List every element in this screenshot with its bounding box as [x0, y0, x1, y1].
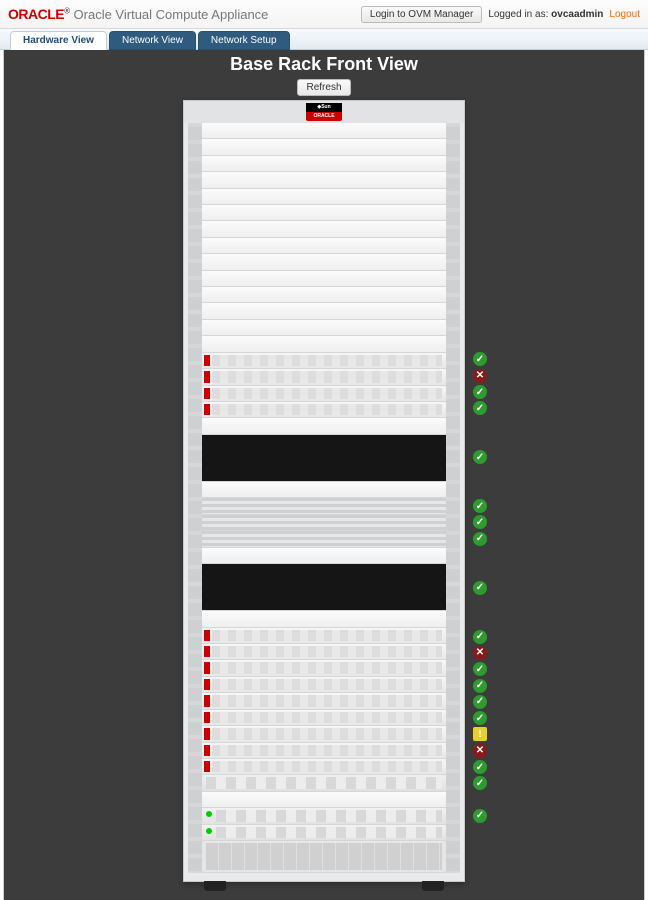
- rack-unit[interactable]: [202, 435, 446, 482]
- rack-unit[interactable]: [202, 369, 446, 385]
- status-ok-icon[interactable]: ✓: [473, 385, 487, 399]
- status-err-icon[interactable]: ✕: [473, 369, 487, 383]
- rack-unit[interactable]: [202, 660, 446, 676]
- status-ok-icon[interactable]: ✓: [473, 581, 487, 595]
- status-ok-icon[interactable]: ✓: [473, 401, 487, 415]
- tab-network-setup[interactable]: Network Setup: [198, 31, 290, 50]
- rack-unit[interactable]: [202, 644, 446, 660]
- rack-unit[interactable]: [202, 564, 446, 611]
- status-err-icon[interactable]: ✕: [473, 646, 487, 660]
- rack-unit[interactable]: [202, 628, 446, 644]
- status-ok-icon[interactable]: ✓: [473, 776, 487, 790]
- rack-unit[interactable]: [202, 386, 446, 402]
- logged-in-label: Logged in as: ovcaadmin: [488, 9, 603, 20]
- status-ok-icon[interactable]: ✓: [473, 450, 487, 464]
- status-ok-icon[interactable]: ✓: [473, 662, 487, 676]
- tab-network-view[interactable]: Network View: [109, 31, 196, 50]
- rack-unit: [202, 189, 446, 205]
- rack-unit: [202, 205, 446, 221]
- status-ok-icon[interactable]: ✓: [473, 515, 487, 529]
- rack-unit[interactable]: [202, 498, 446, 514]
- rack-unit[interactable]: [202, 531, 446, 547]
- rack-rail-right: [446, 123, 460, 873]
- logout-link[interactable]: Logout: [609, 9, 640, 20]
- rack-rail-left: [188, 123, 202, 873]
- rack-unit[interactable]: [202, 825, 446, 841]
- rack-unit[interactable]: [202, 677, 446, 693]
- rack-unit: [202, 548, 446, 564]
- rack-unit[interactable]: [202, 402, 446, 418]
- status-ok-icon[interactable]: ✓: [473, 695, 487, 709]
- rack-unit[interactable]: [202, 841, 446, 873]
- rack-unit: [202, 792, 446, 808]
- rack-unit: [202, 611, 446, 627]
- rack-unit: [202, 482, 446, 498]
- rack-unit[interactable]: [202, 693, 446, 709]
- rack-unit: [202, 139, 446, 155]
- refresh-button[interactable]: Refresh: [297, 79, 350, 96]
- rack-unit[interactable]: [202, 515, 446, 531]
- rack-unit: [202, 271, 446, 287]
- status-warn-icon[interactable]: !: [473, 727, 487, 741]
- rack-unit: [202, 172, 446, 188]
- oracle-logo: ORACLE®: [8, 6, 70, 22]
- status-ok-icon[interactable]: ✓: [473, 352, 487, 366]
- rack-unit[interactable]: [202, 775, 446, 791]
- rack-unit[interactable]: [202, 710, 446, 726]
- rack-unit: [202, 238, 446, 254]
- status-ok-icon[interactable]: ✓: [473, 499, 487, 513]
- rack-unit[interactable]: [202, 726, 446, 742]
- rack-unit: [202, 156, 446, 172]
- rack-front-view: ◆Sun ORACLE ✓✕✓✓✓✓✓✓✓✓✕✓✓✓✓!✕✓✓✓: [183, 100, 465, 882]
- status-ok-icon[interactable]: ✓: [473, 760, 487, 774]
- status-ok-icon[interactable]: ✓: [473, 532, 487, 546]
- status-err-icon[interactable]: ✕: [473, 744, 487, 758]
- tab-strip: Hardware ViewNetwork ViewNetwork Setup: [0, 29, 648, 50]
- rack-unit[interactable]: [202, 743, 446, 759]
- rack-unit: [202, 303, 446, 319]
- status-ok-icon[interactable]: ✓: [473, 711, 487, 725]
- page-title: Base Rack Front View: [4, 50, 644, 75]
- status-ok-icon[interactable]: ✓: [473, 809, 487, 823]
- status-ok-icon[interactable]: ✓: [473, 679, 487, 693]
- rack-unit[interactable]: [202, 808, 446, 824]
- app-title: Oracle Virtual Compute Appliance: [74, 7, 269, 22]
- status-ok-icon[interactable]: ✓: [473, 630, 487, 644]
- rack-unit: [202, 123, 446, 139]
- rack-unit: [202, 254, 446, 270]
- login-ovm-button[interactable]: Login to OVM Manager: [361, 6, 482, 23]
- tab-hardware-view[interactable]: Hardware View: [10, 31, 107, 50]
- rack-unit: [202, 287, 446, 303]
- rack-unit: [202, 320, 446, 336]
- rack-unit: [202, 221, 446, 237]
- rack-unit: [202, 418, 446, 434]
- rack-unit: [202, 336, 446, 352]
- rack-unit[interactable]: [202, 353, 446, 369]
- sun-oracle-badge: ◆Sun ORACLE: [306, 103, 342, 121]
- rack-unit[interactable]: [202, 759, 446, 775]
